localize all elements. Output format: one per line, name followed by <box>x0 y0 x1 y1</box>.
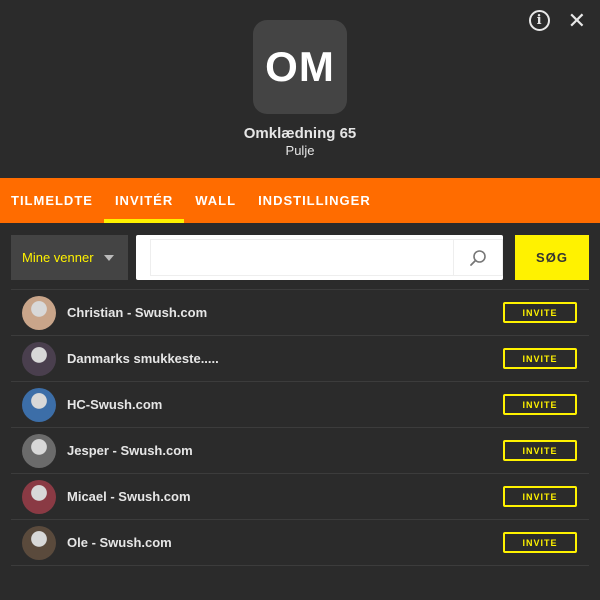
invite-button[interactable]: INVITE <box>503 486 577 507</box>
friend-row: Christian - Swush.com INVITE <box>11 289 589 335</box>
info-icon[interactable]: i <box>528 10 550 31</box>
group-subtitle: Pulje <box>285 143 315 158</box>
group-avatar: OM <box>253 20 347 114</box>
friend-name: Danmarks smukkeste..... <box>67 351 219 366</box>
caret-down-icon <box>103 254 114 261</box>
friend-name: Micael - Swush.com <box>67 489 191 504</box>
friends-filter-dropdown[interactable]: Mine venner <box>11 235 128 280</box>
search-input[interactable] <box>150 239 453 276</box>
friend-avatar <box>22 525 56 560</box>
search-box <box>136 235 503 280</box>
tab-tilmeldte[interactable]: TILMELDTE <box>0 178 104 223</box>
invite-button[interactable]: INVITE <box>503 394 577 415</box>
friend-row: Micael - Swush.com INVITE <box>11 473 589 519</box>
friend-avatar <box>22 433 56 468</box>
invite-button[interactable]: INVITE <box>503 532 577 553</box>
tab-bar: TILMELDTE INVITÉR WALL INDSTILLINGER <box>0 178 600 223</box>
tab-inviter[interactable]: INVITÉR <box>103 178 185 223</box>
invite-button[interactable]: INVITE <box>503 348 577 369</box>
friend-row: HC-Swush.com INVITE <box>11 381 589 427</box>
friend-avatar <box>22 295 56 330</box>
tab-wall[interactable]: WALL <box>184 178 247 223</box>
search-button[interactable]: SØG <box>515 235 589 280</box>
search-icon[interactable] <box>453 239 503 276</box>
invite-button[interactable]: INVITE <box>503 302 577 323</box>
friend-name: Christian - Swush.com <box>67 305 208 320</box>
window-controls: i ✕ <box>528 9 586 31</box>
friend-avatar <box>22 341 56 376</box>
group-title: Omklædning 65 <box>243 125 357 142</box>
friend-row: Ole - Swush.com INVITE <box>11 519 589 566</box>
friend-name: Jesper - Swush.com <box>67 443 193 458</box>
friend-name: HC-Swush.com <box>67 397 163 412</box>
friend-name: Ole - Swush.com <box>67 535 172 550</box>
friend-row: Danmarks smukkeste..... INVITE <box>11 335 589 381</box>
tab-indstillinger[interactable]: INDSTILLINGER <box>247 178 382 223</box>
close-icon[interactable]: ✕ <box>568 9 586 31</box>
friend-avatar <box>22 387 56 422</box>
search-controls: Mine venner SØG <box>11 235 589 280</box>
invite-button[interactable]: INVITE <box>503 440 577 461</box>
friend-row: Jesper - Swush.com INVITE <box>11 427 589 473</box>
friend-list: Christian - Swush.com INVITE Danmarks smuk… <box>11 289 589 566</box>
filter-selected-label: Mine venner <box>22 250 94 265</box>
friend-avatar <box>22 479 56 514</box>
